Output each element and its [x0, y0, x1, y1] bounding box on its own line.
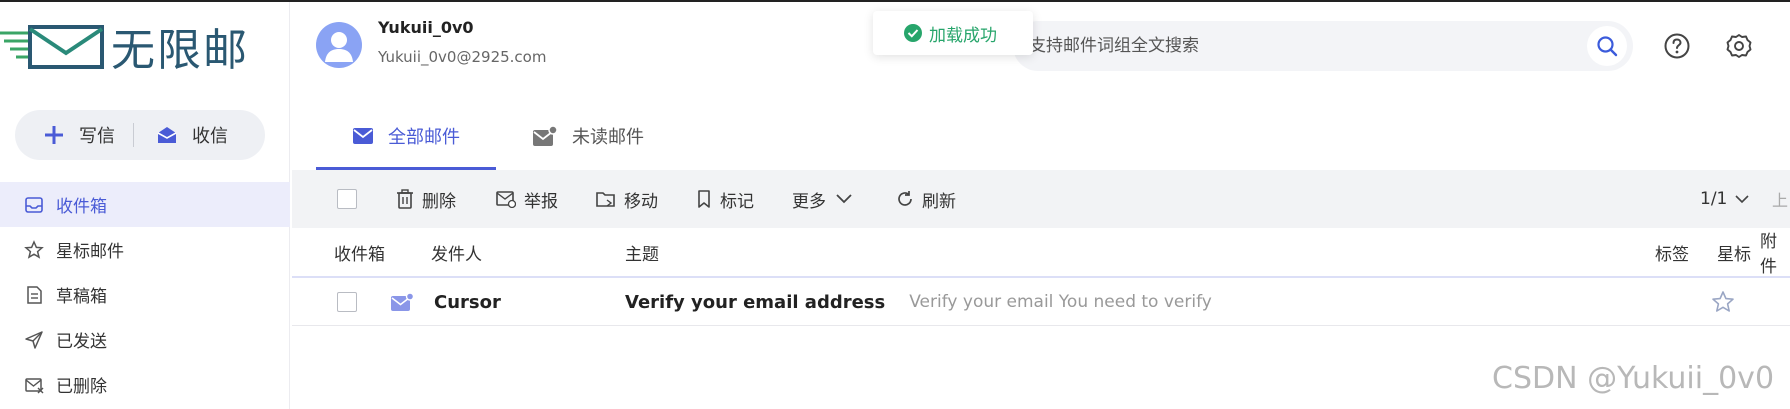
folder-move-icon: [596, 192, 615, 207]
nav-item-label: 收件箱: [56, 197, 107, 217]
move-button[interactable]: 移动: [596, 170, 658, 228]
mail-table-header: 收件箱 发件人 主题 标签 星标 附件: [292, 228, 1790, 278]
toast-text: 加载成功: [929, 25, 997, 46]
avatar[interactable]: [316, 22, 362, 68]
search-icon: [1597, 36, 1618, 57]
open-envelope-icon: [157, 127, 177, 143]
tab-label: 全部邮件: [388, 127, 460, 148]
user-email: Yukuii_0v0@2925.com: [378, 48, 547, 66]
nav-item-sent[interactable]: 已发送: [0, 317, 290, 362]
help-icon: [1664, 33, 1690, 59]
chevron-down-icon: [1735, 194, 1749, 203]
gear-icon: [1726, 34, 1752, 58]
search-box: [1013, 21, 1633, 71]
row-subject: Verify your email address: [625, 291, 886, 313]
search-input[interactable]: [1029, 21, 1569, 71]
report-mail-icon: [496, 191, 516, 208]
mark-label: 标记: [720, 191, 754, 212]
mark-button[interactable]: 标记: [696, 170, 754, 228]
nav-item-drafts[interactable]: 草稿箱: [0, 272, 290, 317]
nav-item-label: 已发送: [56, 332, 107, 352]
trash-icon: [397, 189, 413, 209]
nav-item-label: 已删除: [56, 377, 107, 397]
watermark: CSDN @Yukuii_0v0: [1492, 361, 1775, 396]
table-row[interactable]: Cursor Verify your email address Verify …: [292, 278, 1790, 326]
unread-mail-icon: [533, 125, 558, 146]
row-status: [390, 278, 414, 326]
nav-item-deleted[interactable]: 已删除: [0, 362, 290, 407]
unread-mail-icon: [391, 292, 414, 311]
folder-nav: 收件箱 星标邮件 草稿箱 已发送 已删除: [0, 182, 290, 407]
page-selector[interactable]: 1/1: [1700, 170, 1749, 228]
settings-button[interactable]: [1725, 32, 1753, 60]
star-icon: [24, 239, 44, 259]
toast-message: 加载成功: [873, 11, 1033, 55]
mail-toolbar: 删除 举报 移动 标记 更多 刷新 1/1 上: [292, 170, 1790, 228]
search-button[interactable]: [1587, 26, 1627, 66]
checkbox-box: [337, 292, 357, 312]
tab-unread-mail[interactable]: 未读邮件: [496, 102, 680, 170]
help-button[interactable]: [1663, 32, 1691, 60]
receive-button[interactable]: 收信: [134, 110, 228, 160]
brand-name: 无限邮: [111, 25, 249, 76]
column-header-folder: 收件箱: [334, 244, 385, 265]
column-header-attachment: 附件: [1760, 232, 1777, 277]
chevron-down-icon: [836, 194, 852, 204]
column-header-tag: 标签: [1655, 244, 1689, 265]
column-header-sender[interactable]: 发件人: [431, 228, 482, 276]
tab-label: 未读邮件: [572, 127, 644, 148]
sidebar: 无限邮 写信 收信 收件箱 星标邮件 草稿箱 已发送 已删除: [0, 2, 290, 409]
star-outline-icon: [1712, 291, 1734, 312]
row-checkbox[interactable]: [337, 278, 357, 326]
column-header-subject[interactable]: 主题: [625, 228, 659, 276]
delete-label: 删除: [422, 191, 456, 212]
send-icon: [25, 330, 43, 349]
checkbox-box: [337, 189, 357, 209]
page-indicator: 1/1: [1700, 189, 1728, 209]
tab-all-mail[interactable]: 全部邮件: [316, 102, 496, 170]
draft-icon: [27, 285, 42, 304]
brand-logo[interactable]: 无限邮: [0, 16, 249, 76]
report-label: 举报: [524, 191, 558, 212]
mail-icon: [353, 128, 373, 144]
row-subject-cell: Verify your email address Verify your em…: [625, 278, 1212, 326]
nav-item-label: 星标邮件: [56, 242, 124, 262]
user-name: Yukuii_0v0: [378, 18, 474, 37]
write-button[interactable]: 写信: [15, 110, 115, 160]
nav-item-label: 草稿箱: [56, 287, 107, 307]
refresh-icon: [898, 191, 912, 206]
row-preview: Verify your email You need to verify: [909, 292, 1212, 312]
compose-bar: 写信 收信: [15, 110, 265, 160]
top-bar: Yukuii_0v0 Yukuii_0v0@2925.com 加载成功: [290, 2, 1790, 92]
nav-item-starred[interactable]: 星标邮件: [0, 227, 290, 272]
refresh-label: 刷新: [922, 191, 956, 212]
bookmark-icon: [698, 190, 710, 208]
move-label: 移动: [624, 191, 658, 212]
nav-item-inbox[interactable]: 收件箱: [0, 182, 290, 227]
check-circle-icon: [904, 24, 922, 42]
row-sender: Cursor: [434, 291, 501, 313]
column-header-star: 星标: [1717, 244, 1751, 265]
more-label: 更多: [792, 191, 826, 212]
delete-button[interactable]: 删除: [396, 170, 456, 228]
more-dropdown[interactable]: 更多: [792, 170, 852, 228]
refresh-button[interactable]: 刷新: [896, 170, 956, 228]
report-button[interactable]: 举报: [496, 170, 558, 228]
trash-mail-icon: [25, 377, 44, 393]
prev-page-button[interactable]: 上: [1772, 170, 1788, 228]
mail-logo-icon: [0, 25, 104, 69]
receive-label: 收信: [192, 126, 228, 147]
select-all-checkbox[interactable]: [337, 170, 357, 228]
inbox-icon: [25, 196, 43, 213]
user-avatar-icon: [325, 32, 353, 62]
plus-icon: [45, 126, 63, 144]
write-label: 写信: [79, 126, 115, 147]
prev-page-label: 上: [1772, 191, 1789, 210]
row-star-button[interactable]: [1711, 278, 1735, 326]
mail-tabs: 全部邮件 未读邮件: [316, 102, 680, 170]
